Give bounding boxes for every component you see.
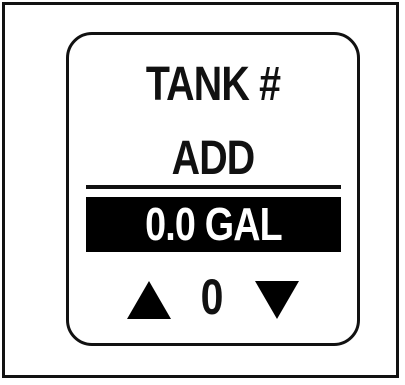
screen-subtitle: ADD	[171, 132, 256, 185]
screen-title: TANK #	[145, 58, 281, 111]
triangle-up-icon[interactable]	[127, 281, 171, 319]
tank-selector: 0	[69, 267, 357, 327]
fuel-amount-bar: 0.0 GAL	[86, 197, 341, 252]
triangle-down-icon[interactable]	[255, 281, 299, 319]
tank-number-value: 0	[200, 269, 224, 325]
fuel-amount-value: 0.0 GAL	[145, 198, 283, 250]
divider-line	[86, 185, 341, 189]
gauge-display-panel: TANK # ADD 0.0 GAL 0	[66, 32, 360, 346]
